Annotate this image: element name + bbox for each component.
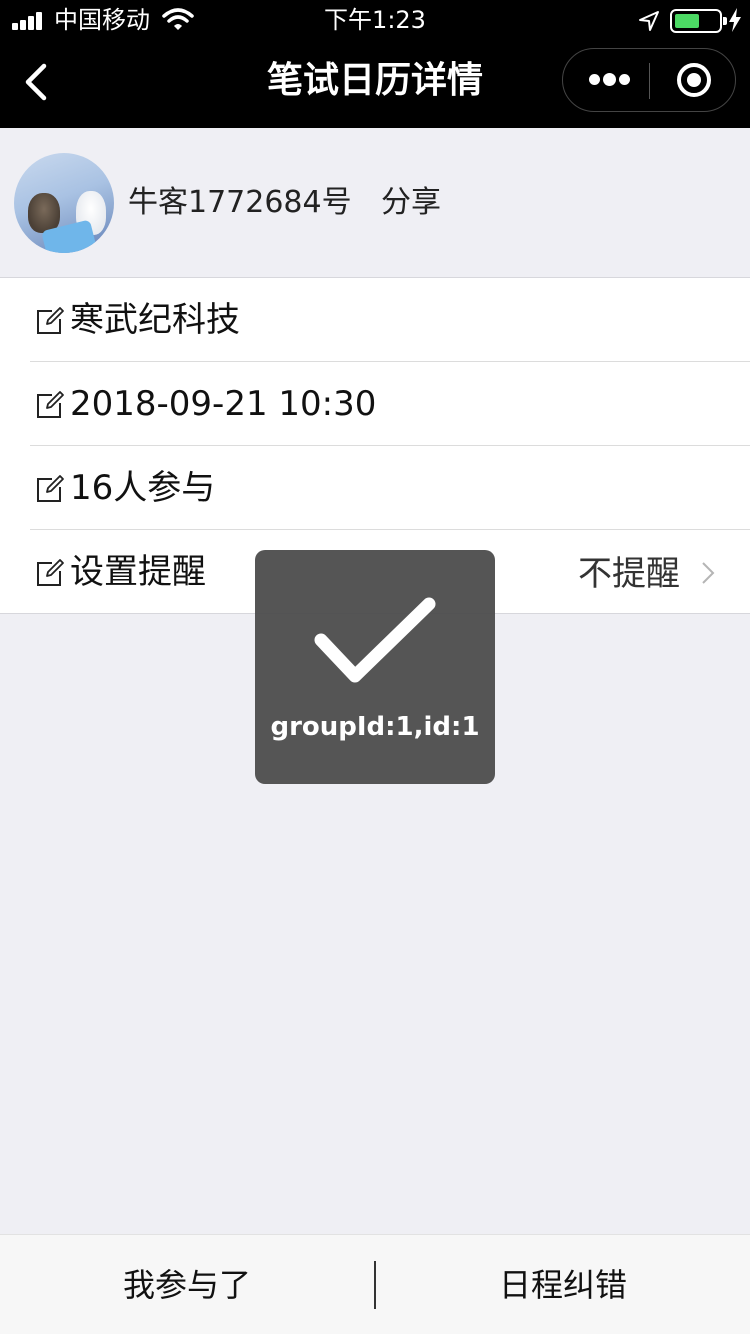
share-button[interactable]: 分享: [381, 183, 441, 223]
report-error-button[interactable]: 日程纠错: [376, 1235, 750, 1334]
close-button[interactable]: [651, 49, 737, 111]
more-button[interactable]: [563, 49, 650, 111]
mini-program-capsule: [562, 48, 736, 112]
edit-icon: [37, 391, 64, 418]
chevron-right-icon: [702, 562, 715, 584]
company-label: 寒武纪科技: [70, 300, 240, 340]
participated-button[interactable]: 我参与了: [0, 1235, 374, 1334]
edit-icon: [37, 307, 64, 334]
edit-icon: [37, 559, 64, 586]
target-circle-icon: [677, 63, 711, 97]
bottom-action-bar: 我参与了 日程纠错: [0, 1234, 750, 1334]
location-arrow-icon: [639, 11, 659, 31]
status-bar: 中国移动 下午1:23: [0, 0, 750, 40]
success-toast: groupId:1,id:1: [255, 550, 495, 784]
capsule-divider: [649, 63, 650, 99]
profile-header: 牛客1772684号 分享: [0, 128, 750, 278]
profile-name: 牛客1772684号: [128, 185, 352, 220]
checkmark-icon: [314, 597, 436, 683]
battery-icon: [670, 9, 727, 33]
list-item-company: 寒武纪科技: [0, 278, 750, 362]
app-screen: 中国移动 下午1:23 笔试日历详情 牛客1772684号 分享 寒武纪科技 2…: [0, 0, 750, 1334]
list-item-datetime: 2018-09-21 10:30: [0, 362, 750, 446]
top-bar: 中国移动 下午1:23 笔试日历详情: [0, 0, 750, 128]
chevron-left-icon: [25, 63, 47, 101]
reminder-value: 不提醒: [578, 554, 680, 594]
list-item-participants: 16人参与: [0, 446, 750, 530]
toast-message: groupId:1,id:1: [270, 712, 480, 742]
participants-label: 16人参与: [70, 468, 216, 508]
reminder-label: 设置提醒: [70, 552, 206, 592]
charging-bolt-icon: [729, 8, 741, 32]
avatar[interactable]: [14, 153, 114, 253]
back-button[interactable]: [14, 58, 58, 106]
edit-icon: [37, 475, 64, 502]
datetime-label: 2018-09-21 10:30: [70, 384, 377, 424]
